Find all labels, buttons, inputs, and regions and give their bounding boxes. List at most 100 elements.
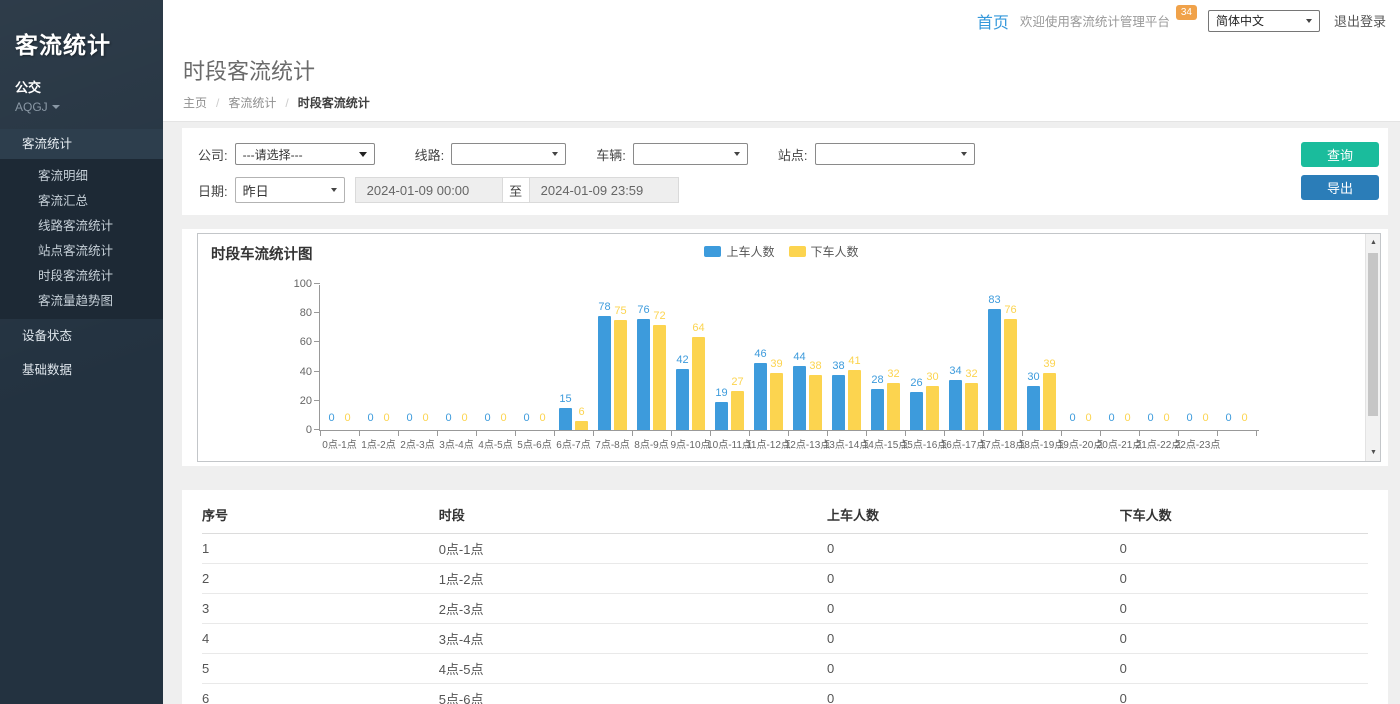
table-cell: 5点-6点 xyxy=(439,684,827,704)
chevron-down-icon xyxy=(961,152,967,156)
bar-group: 3432 xyxy=(944,284,983,430)
org-code-label: AQGJ xyxy=(15,100,48,114)
x-axis-tick xyxy=(983,431,984,436)
bar-alighting xyxy=(575,421,588,430)
date-start-input[interactable]: 2024-01-09 00:00 xyxy=(355,177,502,203)
sidebar: 客流统计 公交 AQGJ 客流统计 客流明细客流汇总线路客流统计站点客流统计时段… xyxy=(0,0,163,704)
scrollbar-thumb[interactable] xyxy=(1368,253,1378,416)
notification-badge[interactable]: 34 xyxy=(1176,5,1197,20)
legend-item-alighting[interactable]: 下车人数 xyxy=(789,243,859,260)
bar-group: 00 xyxy=(1217,284,1256,430)
table-row: 43点-4点00 xyxy=(202,624,1368,654)
table-row: 65点-6点00 xyxy=(202,684,1368,704)
bar-boarding xyxy=(637,319,650,430)
y-axis-tick-label: 40 xyxy=(278,366,312,378)
bar-alighting xyxy=(848,370,861,430)
date-preset-select[interactable]: 昨日 xyxy=(235,177,345,203)
topbar: 首页 欢迎使用客流统计管理平台 34 简体中文 退出登录 xyxy=(163,0,1400,41)
legend-item-boarding[interactable]: 上车人数 xyxy=(704,243,774,260)
table-cell: 0 xyxy=(827,654,1120,684)
table-cell: 1点-2点 xyxy=(439,564,827,594)
query-button[interactable]: 查询 xyxy=(1301,142,1379,167)
x-axis-tick xyxy=(476,431,477,436)
bar-group: 7875 xyxy=(593,284,632,430)
x-axis-tick xyxy=(1217,431,1218,436)
x-axis-tick xyxy=(359,431,360,436)
x-axis-tick xyxy=(944,431,945,436)
table-cell: 0 xyxy=(1120,654,1368,684)
bar-alighting xyxy=(614,320,627,430)
table-cell: 0 xyxy=(827,624,1120,654)
bar-value-label: 0 xyxy=(528,412,558,424)
sidebar-item-base-data[interactable]: 基础数据 xyxy=(0,353,163,387)
export-button[interactable]: 导出 xyxy=(1301,175,1379,200)
table-cell: 0 xyxy=(1120,684,1368,704)
company-select[interactable]: ---请选择--- xyxy=(235,143,375,165)
org-name: 公交 xyxy=(0,60,163,96)
sidebar-subitem[interactable]: 线路客流统计 xyxy=(0,214,163,239)
breadcrumb-current: 时段客流统计 xyxy=(298,94,370,111)
vehicle-select[interactable] xyxy=(633,143,748,165)
chevron-down-icon xyxy=(1306,19,1312,23)
x-axis-tick xyxy=(515,431,516,436)
sidebar-subitem[interactable]: 客流量趋势图 xyxy=(0,289,163,314)
x-axis-tick xyxy=(437,431,438,436)
hourly-stats-table: 序号时段上车人数下车人数 10点-1点0021点-2点0032点-3点0043点… xyxy=(202,498,1368,704)
scroll-down-arrow-icon[interactable]: ▼ xyxy=(1366,445,1381,460)
x-axis-tick xyxy=(710,431,711,436)
bar-boarding xyxy=(754,363,767,430)
x-axis-tick xyxy=(671,431,672,436)
bar-alighting xyxy=(887,383,900,430)
scroll-up-arrow-icon[interactable]: ▲ xyxy=(1366,235,1381,250)
sidebar-item-passenger-stats[interactable]: 客流统计 xyxy=(0,129,163,159)
breadcrumb-separator: / xyxy=(216,96,219,110)
bar-alighting xyxy=(692,337,705,430)
table-header-cell: 上车人数 xyxy=(827,498,1120,534)
bar-group: 2832 xyxy=(866,284,905,430)
chart-vertical-scrollbar[interactable]: ▲ ▼ xyxy=(1365,234,1380,461)
chevron-down-icon xyxy=(52,105,60,109)
station-select[interactable] xyxy=(815,143,975,165)
x-axis-tick xyxy=(593,431,594,436)
sidebar-subitem[interactable]: 时段客流统计 xyxy=(0,264,163,289)
bar-alighting xyxy=(809,375,822,430)
x-axis-label: 8点-9点 xyxy=(634,436,668,451)
line-select[interactable] xyxy=(451,143,566,165)
legend-label-boarding: 上车人数 xyxy=(726,243,774,260)
table-row: 32点-3点00 xyxy=(202,594,1368,624)
x-axis-tick xyxy=(632,431,633,436)
x-axis-label: 2点-3点 xyxy=(400,436,434,451)
x-axis-tick xyxy=(866,431,867,436)
filter-panel: 公司: ---请选择--- 线路: 车辆: 站点: 日期: xyxy=(182,128,1388,215)
bar-boarding xyxy=(832,375,845,430)
bar-boarding xyxy=(793,366,806,430)
home-link[interactable]: 首页 xyxy=(977,9,1009,33)
breadcrumb-passenger-stats[interactable]: 客流统计 xyxy=(228,94,276,111)
bar-chart-plot-area: 020406080100000点-1点001点-2点002点-3点003点-4点… xyxy=(319,285,1259,431)
table-cell: 0 xyxy=(1120,594,1368,624)
sidebar-subitem[interactable]: 客流明细 xyxy=(0,164,163,189)
bar-group: 00 xyxy=(1061,284,1100,430)
table-cell: 5 xyxy=(202,654,439,684)
table-header-cell: 时段 xyxy=(439,498,827,534)
x-axis-label: 22点-23点 xyxy=(1175,436,1221,451)
bar-group: 00 xyxy=(359,284,398,430)
logout-link[interactable]: 退出登录 xyxy=(1334,11,1386,30)
sidebar-item-device-status[interactable]: 设备状态 xyxy=(0,319,163,353)
filter-row-1: 公司: ---请选择--- 线路: 车辆: 站点: xyxy=(198,143,1372,165)
sidebar-subitem[interactable]: 站点客流统计 xyxy=(0,239,163,264)
bar-alighting xyxy=(770,373,783,430)
station-label: 站点: xyxy=(778,145,808,164)
org-code-dropdown[interactable]: AQGJ xyxy=(0,96,163,114)
x-axis-tick xyxy=(827,431,828,436)
bar-group: 156 xyxy=(554,284,593,430)
bar-value-label: 6 xyxy=(567,406,597,418)
line-label: 线路: xyxy=(415,145,445,164)
bar-alighting xyxy=(653,325,666,430)
breadcrumb-home[interactable]: 主页 xyxy=(183,94,207,111)
date-end-input[interactable]: 2024-01-09 23:59 xyxy=(530,177,679,203)
language-select[interactable]: 简体中文 xyxy=(1208,10,1320,32)
sidebar-subitem[interactable]: 客流汇总 xyxy=(0,189,163,214)
vehicle-label: 车辆: xyxy=(596,145,626,164)
table-cell: 6 xyxy=(202,684,439,704)
